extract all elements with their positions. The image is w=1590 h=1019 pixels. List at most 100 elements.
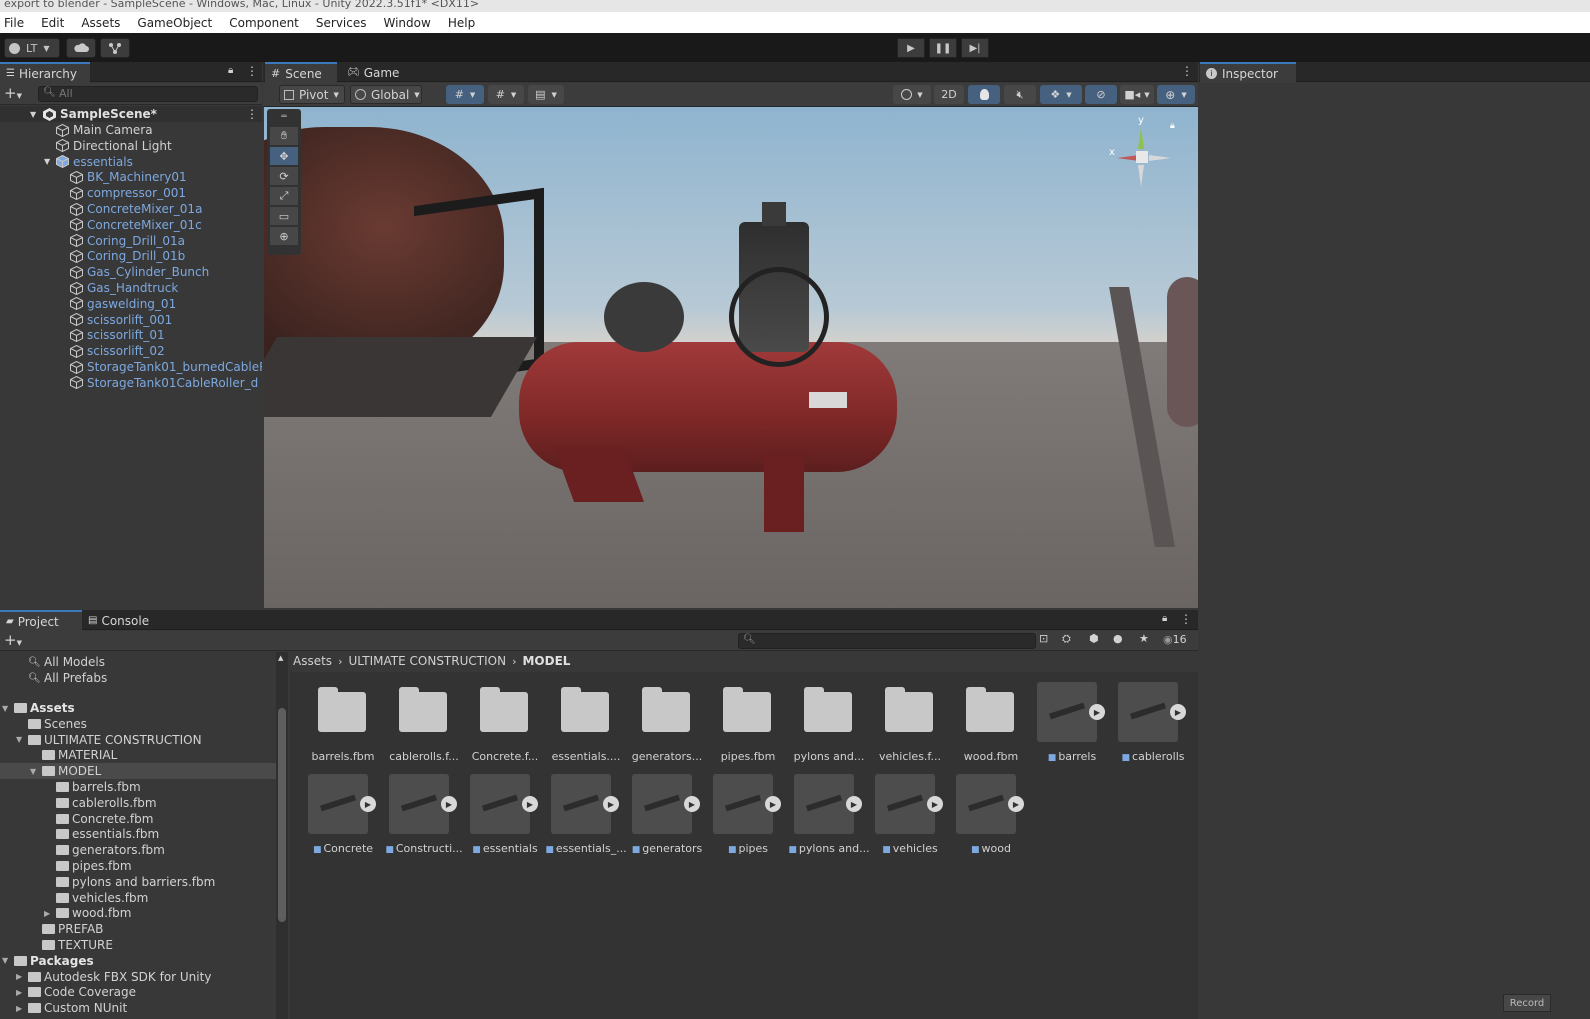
expand-arrow-icon[interactable]: ▶ — [522, 796, 538, 812]
project-tree-item[interactable]: ▼ MODEL — [0, 763, 276, 780]
asset-model[interactable]: ▶ ■ cablerolls — [1118, 682, 1188, 763]
asset-folder[interactable]: generators... — [632, 682, 702, 763]
rotate-tool[interactable]: ⟳ — [270, 167, 298, 185]
asset-folder[interactable]: pipes.fbm — [713, 682, 783, 763]
pivot-dropdown[interactable]: Pivot ▼ — [279, 85, 345, 104]
project-tree-item[interactable]: essentials.fbm — [0, 826, 276, 842]
asset-folder[interactable]: wood.fbm — [956, 682, 1026, 763]
menu-gameobject[interactable]: GameObject — [135, 16, 212, 30]
chevron-right-icon[interactable]: ▶ — [16, 1004, 22, 1013]
asset-folder[interactable]: essentials.... — [551, 682, 621, 763]
hierarchy-item[interactable]: ▼ essentials — [0, 154, 262, 170]
hierarchy-item[interactable]: Gas_Handtruck — [0, 280, 262, 296]
breadcrumb-model[interactable]: MODEL — [522, 654, 570, 668]
chevron-down-icon[interactable]: ▼ — [44, 157, 50, 166]
create-button[interactable]: +▼ — [4, 84, 22, 102]
more-icon[interactable]: ⋮ — [1181, 64, 1193, 78]
asset-folder[interactable]: barrels.fbm — [308, 682, 378, 763]
camera-settings-button[interactable]: ■◂ ▼ — [1120, 85, 1154, 104]
asset-folder[interactable]: Concrete.f... — [470, 682, 540, 763]
chevron-down-icon[interactable]: ▼ — [2, 956, 8, 965]
hierarchy-item[interactable]: ConcreteMixer_01a — [0, 201, 262, 217]
project-tree-item[interactable]: TEXTURE — [0, 937, 276, 953]
menu-help[interactable]: Help — [446, 16, 475, 30]
tab-inspector[interactable]: i Inspector — [1200, 62, 1296, 83]
menu-component[interactable]: Component — [227, 16, 299, 30]
lock-icon[interactable]: 🔒︎ — [1170, 121, 1175, 131]
account-button[interactable]: LT ▼ — [4, 38, 60, 58]
asset-model[interactable]: ▶ ■ vehicles — [875, 774, 945, 855]
asset-folder[interactable]: vehicles.f... — [875, 682, 945, 763]
project-tree-item[interactable]: Concrete.fbm — [0, 811, 276, 827]
scroll-up-arrow[interactable]: ▲ — [278, 654, 283, 662]
scene-viewport[interactable]: ═ ✋︎ ✥ ⟳ ⤢ ▭ ⊕ y x 🔒︎ — [264, 107, 1198, 608]
favorite-item[interactable]: 🔍︎ All Models — [0, 654, 276, 670]
hand-tool[interactable]: ✋︎ — [270, 127, 298, 145]
asset-model[interactable]: ▶ ■ barrels — [1037, 682, 1107, 763]
hierarchy-item[interactable]: Coring_Drill_01a — [0, 233, 262, 249]
asset-model[interactable]: ▶ ■ essentials_... — [545, 774, 627, 855]
shading-mode-button[interactable]: ▼ — [893, 85, 931, 104]
drag-handle[interactable]: ═ — [267, 109, 301, 125]
rect-tool[interactable]: ▭ — [270, 207, 298, 225]
asset-model[interactable]: ▶ ■ wood — [956, 774, 1026, 855]
menu-services[interactable]: Services — [314, 16, 367, 30]
play-button[interactable]: ▶ — [897, 38, 925, 58]
2d-toggle[interactable]: 2D — [934, 85, 964, 104]
visibility-count[interactable]: ◉16 — [1163, 633, 1187, 646]
asset-folder[interactable]: pylons and... — [794, 682, 864, 763]
project-tree-item[interactable]: Scenes — [0, 716, 276, 732]
menu-assets[interactable]: Assets — [79, 16, 120, 30]
hierarchy-item[interactable]: StorageTank01_burnedCableRo — [0, 359, 262, 375]
tab-project[interactable]: ▰ Project — [0, 610, 82, 631]
warning-icon[interactable]: ● — [1113, 632, 1123, 645]
search-by-label-icon[interactable]: ⛭ — [1062, 632, 1071, 646]
gizmos-button[interactable]: ⊕ ▼ — [1157, 85, 1195, 104]
more-icon[interactable]: ⋮ — [246, 107, 258, 121]
scale-tool[interactable]: ⤢ — [270, 187, 298, 205]
project-search-field[interactable]: 🔍︎ — [738, 633, 1036, 649]
hierarchy-item[interactable]: scissorlift_02 — [0, 343, 262, 359]
step-button[interactable]: ▶| — [961, 38, 989, 58]
project-tree-item[interactable]: ▼ Packages — [0, 953, 276, 969]
chevron-down-icon[interactable]: ▼ — [2, 704, 8, 713]
effects-toggle[interactable]: ❖ ▼ — [1040, 85, 1082, 104]
pause-button[interactable]: ❚❚ — [929, 38, 957, 58]
lock-icon[interactable]: 🔒︎ — [228, 65, 233, 76]
project-tree-item[interactable]: MATERIAL — [0, 747, 276, 763]
asset-model[interactable]: ▶ ■ generators — [632, 774, 702, 855]
breadcrumb-assets[interactable]: Assets — [293, 654, 332, 668]
asset-model[interactable]: ▶ ■ essentials — [470, 774, 540, 855]
project-tree-item[interactable]: ▼ ULTIMATE CONSTRUCTION — [0, 732, 276, 748]
expand-arrow-icon[interactable]: ▶ — [1089, 704, 1105, 720]
hierarchy-item[interactable]: StorageTank01CableRoller_d — [0, 375, 262, 391]
breadcrumb-ultimate-construction[interactable]: ULTIMATE CONSTRUCTION — [348, 654, 506, 668]
tab-game[interactable]: 🎮︎ Game — [341, 62, 407, 83]
asset-model[interactable]: ▶ ■ Concrete — [308, 774, 378, 855]
create-button[interactable]: +▼ — [4, 631, 22, 649]
scene-row[interactable]: ▼ SampleScene* ⋮ — [0, 106, 262, 122]
project-tree-item[interactable]: ▶ wood.fbm — [0, 905, 276, 921]
tab-console[interactable]: ▤ Console — [82, 610, 164, 631]
project-tree-item[interactable]: generators.fbm — [0, 842, 276, 858]
expand-arrow-icon[interactable]: ▶ — [684, 796, 700, 812]
asset-folder[interactable]: cablerolls.f... — [389, 682, 459, 763]
hierarchy-item[interactable]: Coring_Drill_01b — [0, 248, 262, 264]
project-tree-item[interactable]: barrels.fbm — [0, 779, 276, 795]
cloud-button[interactable] — [66, 38, 96, 58]
chevron-down-icon[interactable]: ▼ — [16, 735, 22, 744]
grid-settings-button[interactable]: # ▼ — [488, 85, 524, 104]
hierarchy-item[interactable]: scissorlift_01 — [0, 327, 262, 343]
more-icon[interactable]: ⋮ — [246, 64, 258, 78]
project-tree-item[interactable]: vehicles.fbm — [0, 890, 276, 906]
expand-arrow-icon[interactable]: ▶ — [927, 796, 943, 812]
more-icon[interactable]: ⋮ — [1180, 612, 1192, 626]
hierarchy-item[interactable]: scissorlift_001 — [0, 312, 262, 328]
project-tree-item[interactable]: pylons and barriers.fbm — [0, 874, 276, 890]
menu-edit[interactable]: Edit — [39, 16, 64, 30]
orientation-gizmo[interactable]: y x — [1109, 115, 1189, 197]
hierarchy-item[interactable]: Directional Light — [0, 138, 262, 154]
expand-arrow-icon[interactable]: ▶ — [1170, 704, 1186, 720]
transform-tool[interactable]: ⊕ — [270, 227, 298, 245]
expand-arrow-icon[interactable]: ▶ — [765, 796, 781, 812]
